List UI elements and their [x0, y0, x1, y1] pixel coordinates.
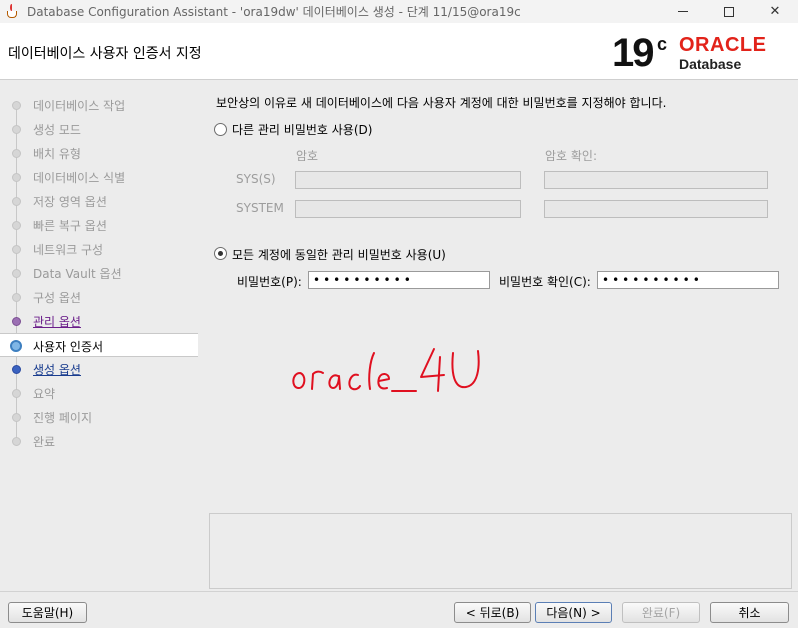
step-management-option[interactable]: 관리 옵션 [0, 309, 198, 333]
step-finish: 완료 [0, 429, 198, 453]
step-dot-icon [12, 413, 21, 422]
step-network-config: 네트워크 구성 [0, 237, 198, 261]
step-dot-icon [12, 317, 21, 326]
intro-text: 보안상의 이유로 새 데이터베이스에 다음 사용자 계정에 대한 비밀번호를 지… [216, 96, 667, 110]
step-user-credentials: 사용자 인증서 [0, 333, 198, 357]
minimize-button[interactable] [660, 0, 706, 23]
cancel-button[interactable]: 취소 [710, 602, 789, 623]
password-input[interactable]: •••••••••• [308, 271, 490, 289]
step-creation-option[interactable]: 생성 옵션 [0, 357, 198, 381]
system-password-field[interactable] [295, 200, 521, 218]
separate-password-label: 다른 관리 비밀번호 사용(D) [232, 123, 373, 137]
brand-suffix: c [657, 34, 668, 54]
confirm-password-input[interactable]: •••••••••• [597, 271, 779, 289]
step-database-identification: 데이터베이스 식별 [0, 165, 198, 189]
page-title: 데이터베이스 사용자 인증서 지정 [8, 46, 202, 62]
step-database-operation: 데이터베이스 작업 [0, 93, 198, 117]
separate-password-radio[interactable] [214, 123, 227, 136]
help-button[interactable]: 도움말(H) [8, 602, 87, 623]
confirm-password-label: 비밀번호 확인(C): [499, 275, 591, 289]
handwritten-annotation [292, 348, 480, 392]
password-column-header: 암호 [296, 149, 319, 163]
confirm-column-header: 암호 확인: [545, 149, 598, 163]
step-dot-icon [12, 293, 21, 302]
step-dot-icon [12, 365, 21, 374]
sys-password-field[interactable] [295, 171, 521, 189]
step-dot-icon [12, 269, 21, 278]
step-dot-icon [12, 389, 21, 398]
step-storage-option: 저장 영역 옵션 [0, 189, 198, 213]
step-deployment-type: 배치 유형 [0, 141, 198, 165]
same-password-radio[interactable] [214, 247, 227, 260]
page-header: 데이터베이스 사용자 인증서 지정 19 c ORACLE Database [0, 23, 798, 80]
window-title: Database Configuration Assistant - 'ora1… [27, 5, 521, 19]
brand-product: Database [679, 56, 742, 72]
step-dot-icon [12, 437, 21, 446]
back-button[interactable]: < 뒤로(B) [454, 602, 531, 623]
step-progress-page: 진행 페이지 [0, 405, 198, 429]
step-dot-icon [12, 173, 21, 182]
maximize-icon [724, 6, 734, 17]
step-dot-icon [12, 149, 21, 158]
oracle-logo: ORACLE [679, 34, 767, 56]
step-dot-icon [12, 221, 21, 230]
next-button[interactable]: 다음(N) > [535, 602, 612, 623]
step-dot-icon [12, 125, 21, 134]
sys-confirm-field[interactable] [544, 171, 768, 189]
step-dot-icon [12, 197, 21, 206]
system-label: SYSTEM [236, 201, 284, 215]
maximize-button[interactable] [706, 0, 752, 23]
brand-version: 19 [612, 31, 654, 75]
same-password-label: 모든 계정에 동일한 관리 비밀번호 사용(U) [232, 248, 446, 262]
java-cup-icon [6, 3, 20, 20]
step-dot-icon [12, 245, 21, 254]
message-area [209, 513, 792, 589]
finish-button[interactable]: 완료(F) [622, 602, 700, 623]
window-titlebar: Database Configuration Assistant - 'ora1… [0, 0, 798, 23]
step-fast-recovery-option: 빠른 복구 옵션 [0, 213, 198, 237]
current-step-icon [10, 340, 22, 352]
system-confirm-field[interactable] [544, 200, 768, 218]
sys-label: SYS(S) [236, 172, 276, 186]
step-creation-mode: 생성 모드 [0, 117, 198, 141]
main-panel: 보안상의 이유로 새 데이터베이스에 다음 사용자 계정에 대한 비밀번호를 지… [206, 81, 798, 591]
step-summary: 요약 [0, 381, 198, 405]
step-data-vault-option: Data Vault 옵션 [0, 261, 198, 285]
close-icon: ✕ [769, 4, 781, 19]
wizard-steps-nav: 데이터베이스 작업 생성 모드 배치 유형 데이터베이스 식별 저장 영역 옵션… [0, 81, 200, 591]
step-configuration-option: 구성 옵션 [0, 285, 198, 309]
button-bar: 도움말(H) < 뒤로(B) 다음(N) > 완료(F) 취소 [0, 591, 798, 628]
minimize-icon [678, 11, 688, 12]
step-dot-icon [12, 101, 21, 110]
password-label: 비밀번호(P): [237, 275, 302, 289]
close-button[interactable]: ✕ [752, 0, 798, 23]
